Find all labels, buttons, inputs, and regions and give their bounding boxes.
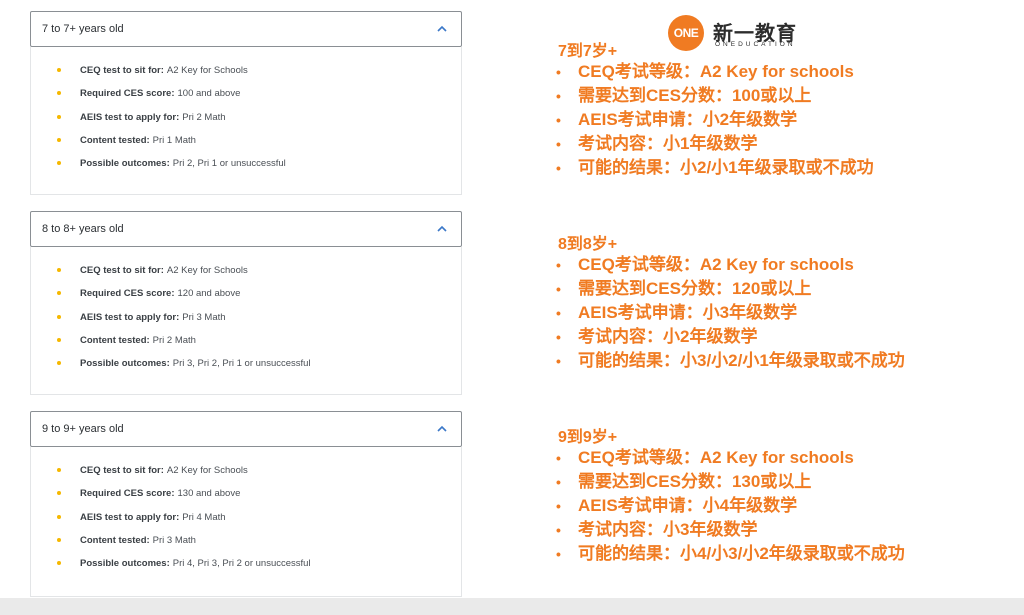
bullet-icon: • [556, 281, 561, 297]
list-item: Required CES score: 130 and above [57, 488, 311, 511]
list-item: Content tested: Pri 2 Math [57, 335, 311, 358]
bullet-icon [57, 161, 61, 166]
translation-list: • CEQ考试等级：A2 Key for schools • 需要达到CES分数：1… [556, 446, 905, 566]
list-item: • AEIS考试申请：小3年级数学 [556, 301, 905, 325]
bullet-icon: • [556, 112, 561, 128]
list-item: Required CES score: 100 and above [57, 88, 286, 111]
bullet-icon: • [556, 546, 561, 562]
list-item: Possible outcomes: Pri 4, Pri 3, Pri 2 or… [57, 558, 311, 581]
bullet-icon: • [556, 498, 561, 514]
list-item: CEQ test to sit for: A2 Key for Schools [57, 65, 286, 88]
bullet-icon [57, 268, 61, 272]
group-title: 9到9岁+ [558, 429, 618, 446]
list-item: • 需要达到CES分数：120或以上 [556, 277, 905, 301]
list-item: AEIS test to apply for: Pri 3 Math [57, 312, 311, 335]
accordion-content: CEQ test to sit for: A2 Key for Schools R… [30, 447, 462, 597]
bullet-icon: • [556, 257, 561, 273]
translation-panel: 7到7岁+ • CEQ考试等级：A2 Key for schools • 需要达到C… [556, 0, 1016, 600]
bullet-icon [57, 114, 61, 119]
bullet-icon [57, 68, 61, 72]
list-item: • 考试内容：小2年级数学 [556, 325, 905, 349]
list-item: Content tested: Pri 1 Math [57, 135, 286, 158]
chevron-up-icon[interactable] [436, 23, 448, 35]
list-item: • AEIS考试申请：小4年级数学 [556, 494, 905, 518]
list-item: • CEQ考试等级：A2 Key for schools [556, 253, 905, 277]
list-item: Possible outcomes: Pri 2, Pri 1 or unsucc… [57, 158, 286, 181]
bullet-icon: • [556, 136, 561, 152]
list-item: • AEIS考试申请：小2年级数学 [556, 108, 874, 132]
translation-list: • CEQ考试等级：A2 Key for schools • 需要达到CES分数：1… [556, 60, 874, 180]
bullet-icon [57, 337, 61, 342]
bullet-icon [57, 561, 61, 566]
accordion-title: 8 to 8+ years old [42, 223, 124, 235]
list-item: Required CES score: 120 and above [57, 288, 311, 311]
bullet-icon: • [556, 329, 561, 345]
bullet-icon [57, 291, 61, 296]
bullet-icon [57, 361, 61, 366]
accordion-title: 7 to 7+ years old [42, 23, 124, 35]
list-item: • CEQ考试等级：A2 Key for schools [556, 60, 874, 84]
group-title: 8到8岁+ [558, 236, 618, 253]
list-item: AEIS test to apply for: Pri 4 Math [57, 512, 311, 535]
list-item: • 考试内容：小1年级数学 [556, 132, 874, 156]
list-item: AEIS test to apply for: Pri 2 Math [57, 112, 286, 135]
list-item: Content tested: Pri 3 Math [57, 535, 311, 558]
list-item: • 可能的结果：小3/小2/小1年级录取或不成功 [556, 349, 905, 373]
bullet-icon [57, 137, 61, 142]
bullet-icon [57, 491, 61, 496]
list-item: • 需要达到CES分数：100或以上 [556, 84, 874, 108]
translation-list: • CEQ考试等级：A2 Key for schools • 需要达到CES分数：1… [556, 253, 905, 373]
bullet-icon [57, 514, 61, 519]
bullet-icon [57, 314, 61, 319]
list-item: • 可能的结果：小2/小1年级录取或不成功 [556, 156, 874, 180]
accordion-content: CEQ test to sit for: A2 Key for Schools R… [30, 247, 462, 395]
accordion-header[interactable]: 7 to 7+ years old [30, 11, 462, 47]
accordion-content: CEQ test to sit for: A2 Key for Schools R… [30, 47, 462, 195]
bullet-icon [57, 468, 61, 472]
accordion-header[interactable]: 8 to 8+ years old [30, 211, 462, 247]
accordion-header[interactable]: 9 to 9+ years old [30, 411, 462, 447]
group-title: 7到7岁+ [558, 43, 618, 60]
bullet-icon: • [556, 160, 561, 176]
bullet-icon: • [556, 88, 561, 104]
bullet-icon [57, 537, 61, 542]
list-item: CEQ test to sit for: A2 Key for Schools [57, 265, 311, 288]
chevron-up-icon[interactable] [436, 423, 448, 435]
bullet-icon: • [556, 450, 561, 466]
list-item: • 需要达到CES分数：130或以上 [556, 470, 905, 494]
list-item: • 可能的结果：小4/小3/小2年级录取或不成功 [556, 542, 905, 566]
bullet-icon: • [556, 305, 561, 321]
bottom-bar [0, 598, 1024, 615]
accordion-title: 9 to 9+ years old [42, 423, 124, 435]
list-item: Possible outcomes: Pri 3, Pri 2, Pri 1 or… [57, 358, 311, 381]
list-item: • CEQ考试等级：A2 Key for schools [556, 446, 905, 470]
bullet-icon: • [556, 353, 561, 369]
list-item: • 考试内容：小3年级数学 [556, 518, 905, 542]
bullet-icon: • [556, 474, 561, 490]
bullet-icon: • [556, 522, 561, 538]
bullet-icon: • [556, 64, 561, 80]
bullet-icon [57, 91, 61, 96]
list-item: CEQ test to sit for: A2 Key for Schools [57, 465, 311, 488]
chevron-up-icon[interactable] [436, 223, 448, 235]
